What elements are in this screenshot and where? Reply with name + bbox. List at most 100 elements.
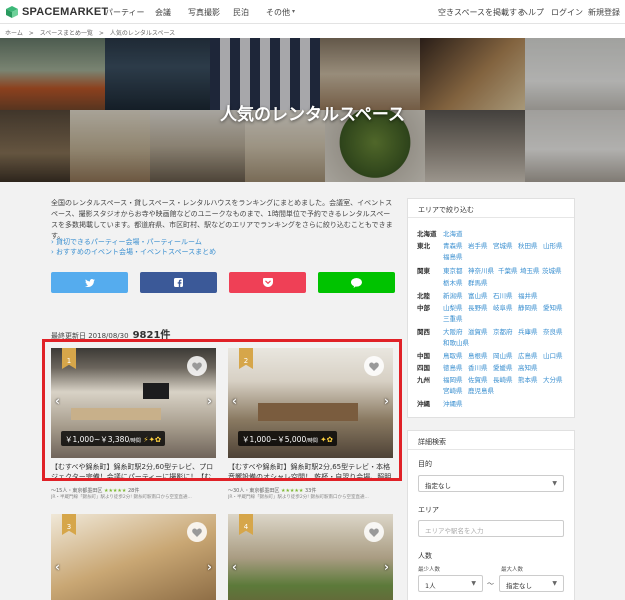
pref-link[interactable]: 愛知県 xyxy=(543,302,563,312)
favorite-button[interactable] xyxy=(364,522,384,542)
space-card[interactable]: 4 ‹ › xyxy=(228,514,393,600)
pref-link[interactable]: 山形県 xyxy=(543,240,563,250)
next-photo-icon[interactable]: › xyxy=(384,560,389,574)
chevron-down-icon: ▼ xyxy=(552,480,557,487)
signup-link[interactable]: 新規登録 xyxy=(588,7,620,18)
pref-link[interactable]: 福岡県 xyxy=(443,374,463,384)
intro-text: 全国のレンタルスペース・貸しスペース・レンタルハウスをランキングにまとめました。… xyxy=(51,199,393,240)
pref-link[interactable]: 青森県 xyxy=(443,240,463,250)
purpose-label: 目的 xyxy=(418,460,432,468)
area-filter-panel: エリアで絞り込む 北海道 北海道 東北 青森県 岩手県 宮城県 秋田県 山形県 … xyxy=(407,198,575,418)
nav-minpaku[interactable]: 民泊 xyxy=(233,7,249,18)
max-people-label: 最大人数 xyxy=(501,567,524,573)
pref-link[interactable]: 佐賀県 xyxy=(468,374,488,384)
pref-link[interactable]: 兵庫県 xyxy=(518,326,538,336)
breadcrumb-home[interactable]: ホーム xyxy=(5,30,23,37)
people-label: 人数 xyxy=(418,552,432,560)
pref-link[interactable]: 徳島県 xyxy=(443,362,463,372)
min-people-value: 1人 xyxy=(425,582,436,590)
favorite-button[interactable] xyxy=(187,522,207,542)
pref-link[interactable]: 神奈川県 xyxy=(468,265,494,275)
region-chugoku: 中国 xyxy=(417,352,430,360)
min-people-label: 最少人数 xyxy=(418,567,441,573)
pref-link[interactable]: 大分県 xyxy=(543,374,563,384)
pref-link[interactable]: 島根県 xyxy=(468,350,488,360)
pref-link[interactable]: 三重県 xyxy=(443,313,463,323)
max-people-select[interactable]: 指定なし ▼ xyxy=(499,575,564,592)
pref-link[interactable]: 鳥取県 xyxy=(443,350,463,360)
pref-link[interactable]: 長崎県 xyxy=(493,374,513,384)
region-okinawa: 沖縄 xyxy=(417,400,430,408)
pref-link[interactable]: 東京都 xyxy=(443,265,463,275)
chevron-down-icon[interactable]: ▾ xyxy=(292,8,295,15)
pref-link[interactable]: 山口県 xyxy=(543,350,563,360)
event-spaces-link[interactable]: › おすすめのイベント会場・イベントスペースまとめ xyxy=(51,247,216,257)
pref-link[interactable]: 高知県 xyxy=(518,362,538,372)
pref-link[interactable]: 富山県 xyxy=(468,290,488,300)
pref-link[interactable]: 千葉県 xyxy=(498,265,518,275)
space-card[interactable]: 3 ‹ › xyxy=(51,514,216,600)
heart-icon xyxy=(192,528,202,537)
space-meta: ～30人・東京都墨田区 ★★★★★ 33件 xyxy=(228,487,393,494)
pref-link[interactable]: 沖縄県 xyxy=(443,398,463,408)
prev-photo-icon[interactable]: ‹ xyxy=(232,560,237,574)
next-photo-icon[interactable]: › xyxy=(207,560,212,574)
highlight-box xyxy=(42,339,402,481)
login-link[interactable]: ログイン xyxy=(551,7,583,18)
pref-link[interactable]: 秋田県 xyxy=(518,240,538,250)
pref-link[interactable]: 宮城県 xyxy=(493,240,513,250)
pref-link[interactable]: 和歌山県 xyxy=(443,337,469,347)
nav-party[interactable]: パーティー xyxy=(105,7,145,18)
pref-link[interactable]: 山梨県 xyxy=(443,302,463,312)
pref-link[interactable]: 福島県 xyxy=(443,251,463,261)
pref-link[interactable]: 新潟県 xyxy=(443,290,463,300)
list-space-link[interactable]: 空きスペースを掲載する xyxy=(438,7,525,18)
pref-link[interactable]: 茨城県 xyxy=(542,265,562,275)
pref-link[interactable]: 埼玉県 xyxy=(520,265,540,275)
pref-link[interactable]: 岐阜県 xyxy=(493,302,513,312)
purpose-select[interactable]: 指定なし ▼ xyxy=(418,475,564,492)
nav-meeting[interactable]: 会議 xyxy=(155,7,171,18)
prev-photo-icon[interactable]: ‹ xyxy=(55,560,60,574)
pref-link[interactable]: 香川県 xyxy=(468,362,488,372)
pref-link[interactable]: 岩手県 xyxy=(468,240,488,250)
pref-link[interactable]: 熊本県 xyxy=(518,374,538,384)
hero-banner: 人気のレンタルスペース xyxy=(0,38,625,182)
spacemarket-logo-icon xyxy=(6,6,18,18)
pref-link[interactable]: 鹿児島県 xyxy=(468,385,494,395)
rank-number: 4 xyxy=(243,523,249,531)
pocket-share-button[interactable] xyxy=(229,272,306,293)
top-header: SPACEMARKET パーティー 会議 写真撮影 民泊 その他 ▾ 空きスペー… xyxy=(0,0,625,24)
pref-link[interactable]: 奈良県 xyxy=(543,326,563,336)
twitter-share-button[interactable] xyxy=(51,272,128,293)
nav-photo[interactable]: 写真撮影 xyxy=(188,7,220,18)
pref-link[interactable]: 愛媛県 xyxy=(493,362,513,372)
heart-icon xyxy=(369,528,379,537)
pref-link[interactable]: 岡山県 xyxy=(493,350,513,360)
pref-link[interactable]: 石川県 xyxy=(493,290,513,300)
pref-link[interactable]: 京都府 xyxy=(493,326,513,336)
pref-link[interactable]: 滋賀県 xyxy=(468,326,488,336)
pref-link[interactable]: 大阪府 xyxy=(443,326,463,336)
rank-number: 3 xyxy=(66,523,72,531)
breadcrumb-separator: > xyxy=(98,30,104,37)
pref-link[interactable]: 広島県 xyxy=(518,350,538,360)
min-people-select[interactable]: 1人 ▼ xyxy=(418,575,483,592)
pref-link[interactable]: 栃木県 xyxy=(443,277,463,287)
pref-link[interactable]: 宮崎県 xyxy=(443,385,463,395)
pref-link[interactable]: 群馬県 xyxy=(468,277,488,287)
pref-link[interactable]: 長野県 xyxy=(468,302,488,312)
facebook-share-button[interactable] xyxy=(140,272,217,293)
help-link[interactable]: ヘルプ xyxy=(520,7,544,18)
line-share-button[interactable] xyxy=(318,272,395,293)
party-venues-link[interactable]: › 貸切できるパーティー会場・パーティールーム xyxy=(51,237,202,247)
nav-other[interactable]: その他 xyxy=(266,7,290,18)
logo[interactable]: SPACEMARKET xyxy=(5,5,108,19)
pref-link[interactable]: 北海道 xyxy=(443,228,463,238)
breadcrumb-summary[interactable]: スペースまとめ一覧 xyxy=(40,30,93,37)
area-input[interactable]: エリアや駅名を入力 xyxy=(418,520,564,537)
pref-link[interactable]: 福井県 xyxy=(518,290,538,300)
breadcrumb: ホーム > スペースまとめ一覧 > 人気のレンタルスペース xyxy=(0,24,625,38)
detail-search-title: 詳細検索 xyxy=(418,438,446,446)
pref-link[interactable]: 静岡県 xyxy=(518,302,538,312)
